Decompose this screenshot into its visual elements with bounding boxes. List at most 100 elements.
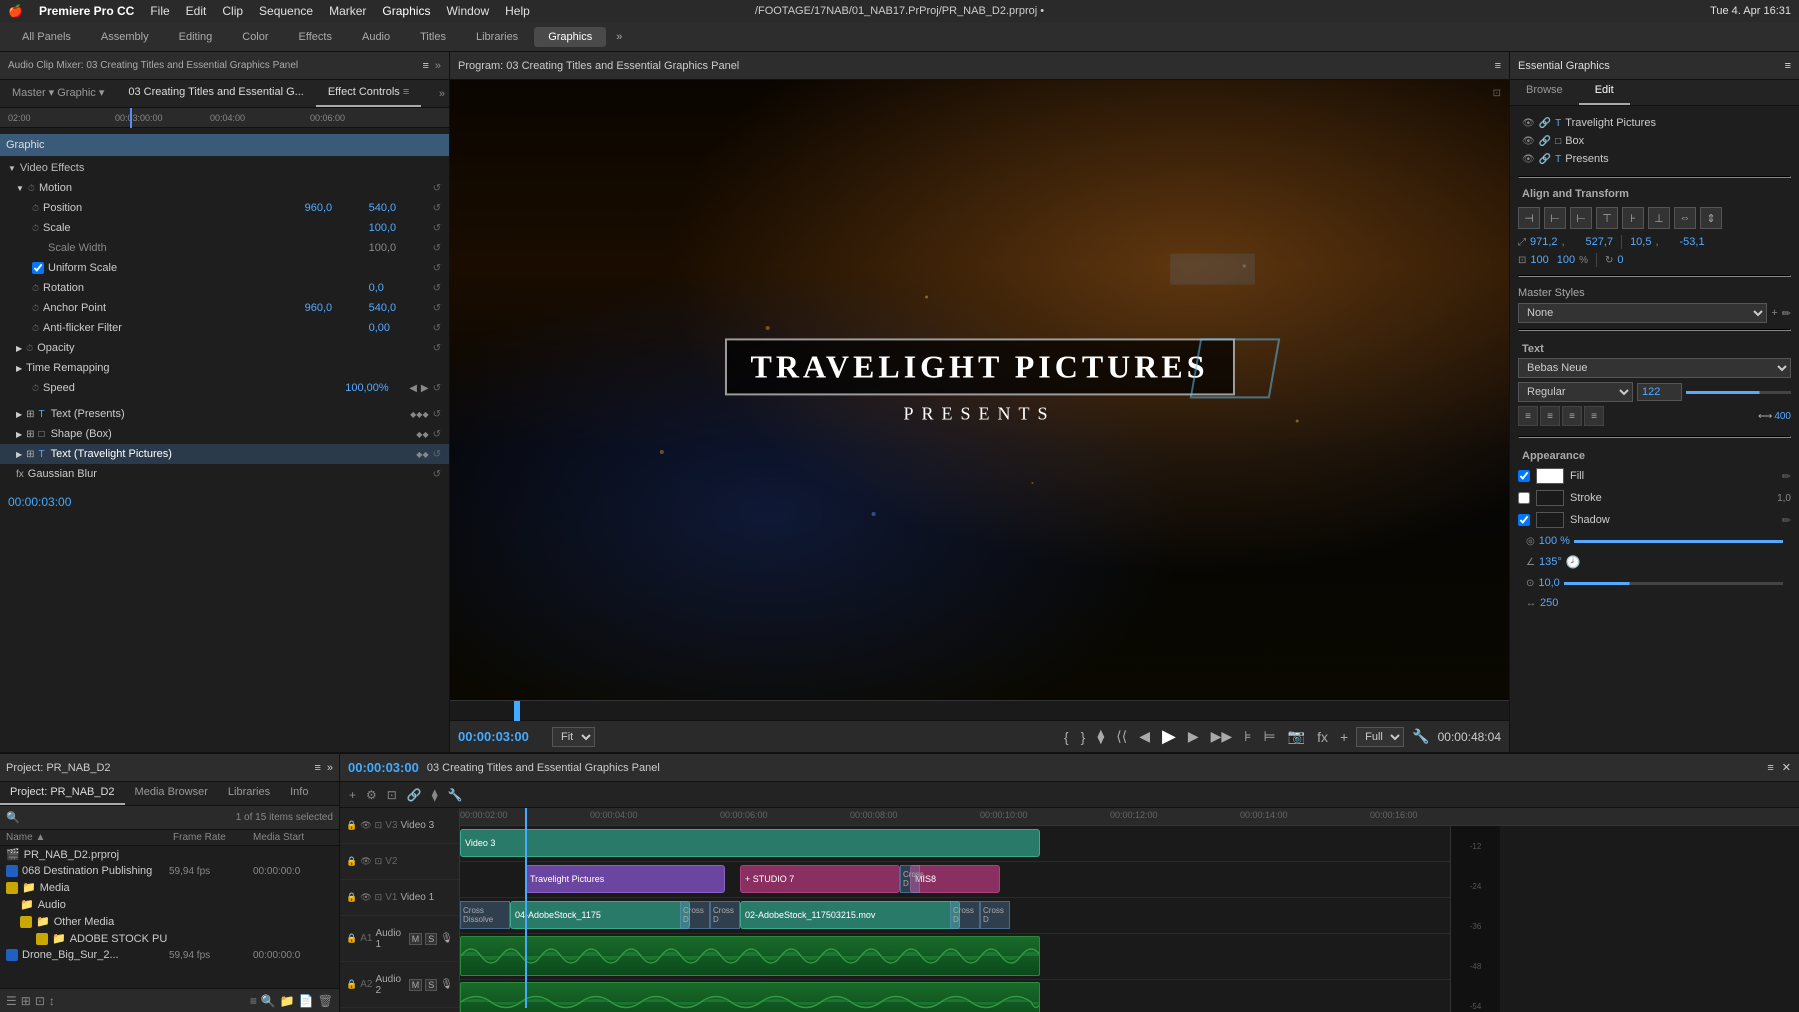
anchor-x[interactable]: 960,0 (305, 302, 365, 314)
scale-row[interactable]: ⏱ Scale 100,0 ↺ (0, 218, 449, 238)
rotation-stopwatch[interactable]: ⏱ (32, 283, 39, 294)
transition-v1-cross-d3[interactable]: Cross D (950, 901, 980, 929)
scale-width-reset[interactable]: ↺ (433, 243, 441, 254)
btn-text-align-left[interactable]: ≡ (1518, 406, 1538, 426)
eg-shadow-checkbox[interactable] (1518, 514, 1530, 526)
uniform-scale-checkbox[interactable] (32, 262, 44, 274)
eg-shadow-color[interactable] (1536, 512, 1564, 528)
btn-distribute-v[interactable]: ⇕ (1700, 207, 1722, 229)
project-item-drone[interactable]: Drone_Big_Sur_2... 59,94 fps 00:00:00:0 (0, 947, 339, 963)
motion-row[interactable]: ⏱ Motion ↺ (0, 178, 449, 198)
speed-stopwatch[interactable]: ⏱ (32, 383, 39, 394)
eg-vis-presents[interactable]: 👁 (1522, 154, 1535, 165)
eg-link-box[interactable]: 🔗 (1539, 136, 1551, 147)
btn-automate[interactable]: ≡ (250, 994, 257, 1008)
btn-insert[interactable]: ⊧ (1240, 726, 1255, 747)
tab-color[interactable]: Color (228, 27, 282, 47)
eg-rotation[interactable]: 0 (1617, 254, 1623, 266)
speed-prev[interactable]: ◀ (409, 383, 417, 394)
v2-lock[interactable]: 🔒 (346, 856, 357, 867)
uniform-scale-row[interactable]: Uniform Scale ↺ (0, 258, 449, 278)
motion-toggle[interactable] (16, 184, 24, 193)
project-panel-menu[interactable]: ≡ (314, 762, 320, 774)
travelight-reset[interactable]: ↺ (433, 449, 441, 460)
eg-shadow-size[interactable]: 10,0 (1538, 577, 1559, 589)
eg-font-dropdown[interactable]: Bebas Neue (1518, 358, 1791, 378)
a1-s-btn[interactable]: S (425, 933, 437, 945)
eg-scale-y[interactable]: 100 (1557, 254, 1575, 266)
btn-fx[interactable]: fx (1313, 727, 1332, 747)
btn-delete[interactable]: 🗑 (318, 994, 333, 1008)
btn-icon-view[interactable]: ⊞ (21, 994, 31, 1008)
project-panel-expand[interactable]: » (327, 762, 333, 774)
col-start-header[interactable]: Media Start (253, 832, 333, 843)
v1-eye[interactable]: 👁 (360, 892, 371, 903)
eg-vis-travelight[interactable]: 👁 (1522, 118, 1535, 129)
btn-new-bin[interactable]: 📁 (280, 994, 295, 1008)
tab-master-graphic[interactable]: Master ▾ Graphic ▾ (0, 80, 116, 107)
project-item-other-media[interactable]: 📁 Other Media (0, 913, 339, 930)
eg-link-presents[interactable]: 🔗 (1539, 154, 1551, 165)
btn-distribute-h[interactable]: ⇔ (1674, 207, 1696, 229)
transition-v1-cross-d4[interactable]: Cross D (980, 901, 1010, 929)
eg-font-size-slider[interactable] (1686, 391, 1791, 394)
box-reset[interactable]: ↺ (433, 429, 441, 440)
a1-lock[interactable]: 🔒 (346, 933, 357, 944)
eg-shadow-opacity[interactable]: 100 % (1539, 535, 1570, 547)
btn-align-bottom[interactable]: ⊥ (1648, 207, 1670, 229)
anchor-stopwatch[interactable]: ⏱ (32, 303, 39, 314)
btn-link[interactable]: 🔗 (404, 786, 425, 804)
menu-window[interactable]: Window (446, 4, 489, 18)
clip-v3-video3[interactable]: Video 3 (460, 829, 1040, 857)
btn-play[interactable]: ▶ (1158, 724, 1180, 749)
rotation-value[interactable]: 0,0 (369, 282, 429, 294)
tab-assembly[interactable]: Assembly (87, 27, 163, 47)
eg-scale-x[interactable]: 100 (1530, 254, 1548, 266)
blur-reset[interactable]: ↺ (433, 469, 441, 480)
transition-v1-cross-d2[interactable]: Cross D (710, 901, 740, 929)
menu-file[interactable]: File (150, 4, 169, 18)
video-effects-toggle[interactable] (8, 162, 16, 174)
tab-effect-controls[interactable]: Effect Controls ≡ (316, 80, 421, 107)
a2-lock[interactable]: 🔒 (346, 979, 357, 990)
anti-flicker-reset[interactable]: ↺ (433, 323, 441, 334)
eg-tracking-value[interactable]: 400 (1774, 411, 1791, 422)
position-x[interactable]: 960,0 (305, 202, 365, 214)
uniform-scale-reset[interactable]: ↺ (433, 263, 441, 274)
panel-expand-icon[interactable]: » (435, 60, 441, 72)
tab-libraries[interactable]: Libraries (462, 27, 532, 47)
eg-fill-edit[interactable]: ✏ (1782, 470, 1791, 483)
more-tabs[interactable]: » (608, 27, 630, 47)
eg-stroke-color[interactable] (1536, 490, 1564, 506)
position-y[interactable]: 540,0 (369, 202, 429, 214)
menu-sequence[interactable]: Sequence (259, 4, 313, 18)
anti-flicker-stopwatch[interactable]: ⏱ (32, 323, 39, 334)
btn-align-center-v[interactable]: ⊦ (1622, 207, 1644, 229)
motion-stopwatch[interactable]: ⏱ (28, 183, 35, 194)
audio-clip-a2[interactable] (460, 982, 1040, 1012)
btn-master-edit[interactable]: ✏ (1782, 307, 1791, 320)
eg-stroke-value[interactable]: 1,0 (1777, 493, 1791, 504)
tab-effects[interactable]: Effects (285, 27, 346, 47)
anti-flicker-value[interactable]: 0,00 (369, 322, 429, 334)
btn-wrench[interactable]: 🔧 (445, 786, 466, 804)
project-item-destination[interactable]: 068 Destination Publishing 59,94 fps 00:… (0, 863, 339, 879)
scale-stopwatch[interactable]: ⏱ (32, 223, 39, 234)
layer-text-travelight[interactable]: ⊞ T Text (Travelight Pictures) ◆◆ ↺ (0, 444, 449, 464)
eg-shadow-edit[interactable]: ✏ (1782, 514, 1791, 527)
btn-freeform-view[interactable]: ⊡ (35, 994, 45, 1008)
fit-dropdown[interactable]: Fit (552, 727, 595, 747)
eg-master-styles-dropdown[interactable]: None (1518, 303, 1767, 323)
layer-text-presents[interactable]: ⊞ T Text (Presents) ◆◆◆ ↺ (0, 404, 449, 424)
project-item-prproj[interactable]: 🎬 PR_NAB_D2.prproj (0, 846, 339, 863)
a2-m-btn[interactable]: M (409, 979, 423, 991)
btn-add-marker-tl[interactable]: ⧫ (429, 786, 441, 804)
eg-font-style-dropdown[interactable]: Regular (1518, 382, 1633, 402)
scale-value[interactable]: 100,0 (369, 222, 429, 234)
eg-angle-clock[interactable]: 🕗 (1566, 555, 1581, 569)
eg-pos-x[interactable]: 971,2 (1530, 236, 1558, 248)
menu-edit[interactable]: Edit (186, 4, 207, 18)
eg-layer-box[interactable]: 👁 🔗 □ Box (1518, 132, 1791, 150)
quality-dropdown[interactable]: Full (1356, 727, 1404, 747)
project-item-media-folder[interactable]: 📁 Media (0, 879, 339, 896)
